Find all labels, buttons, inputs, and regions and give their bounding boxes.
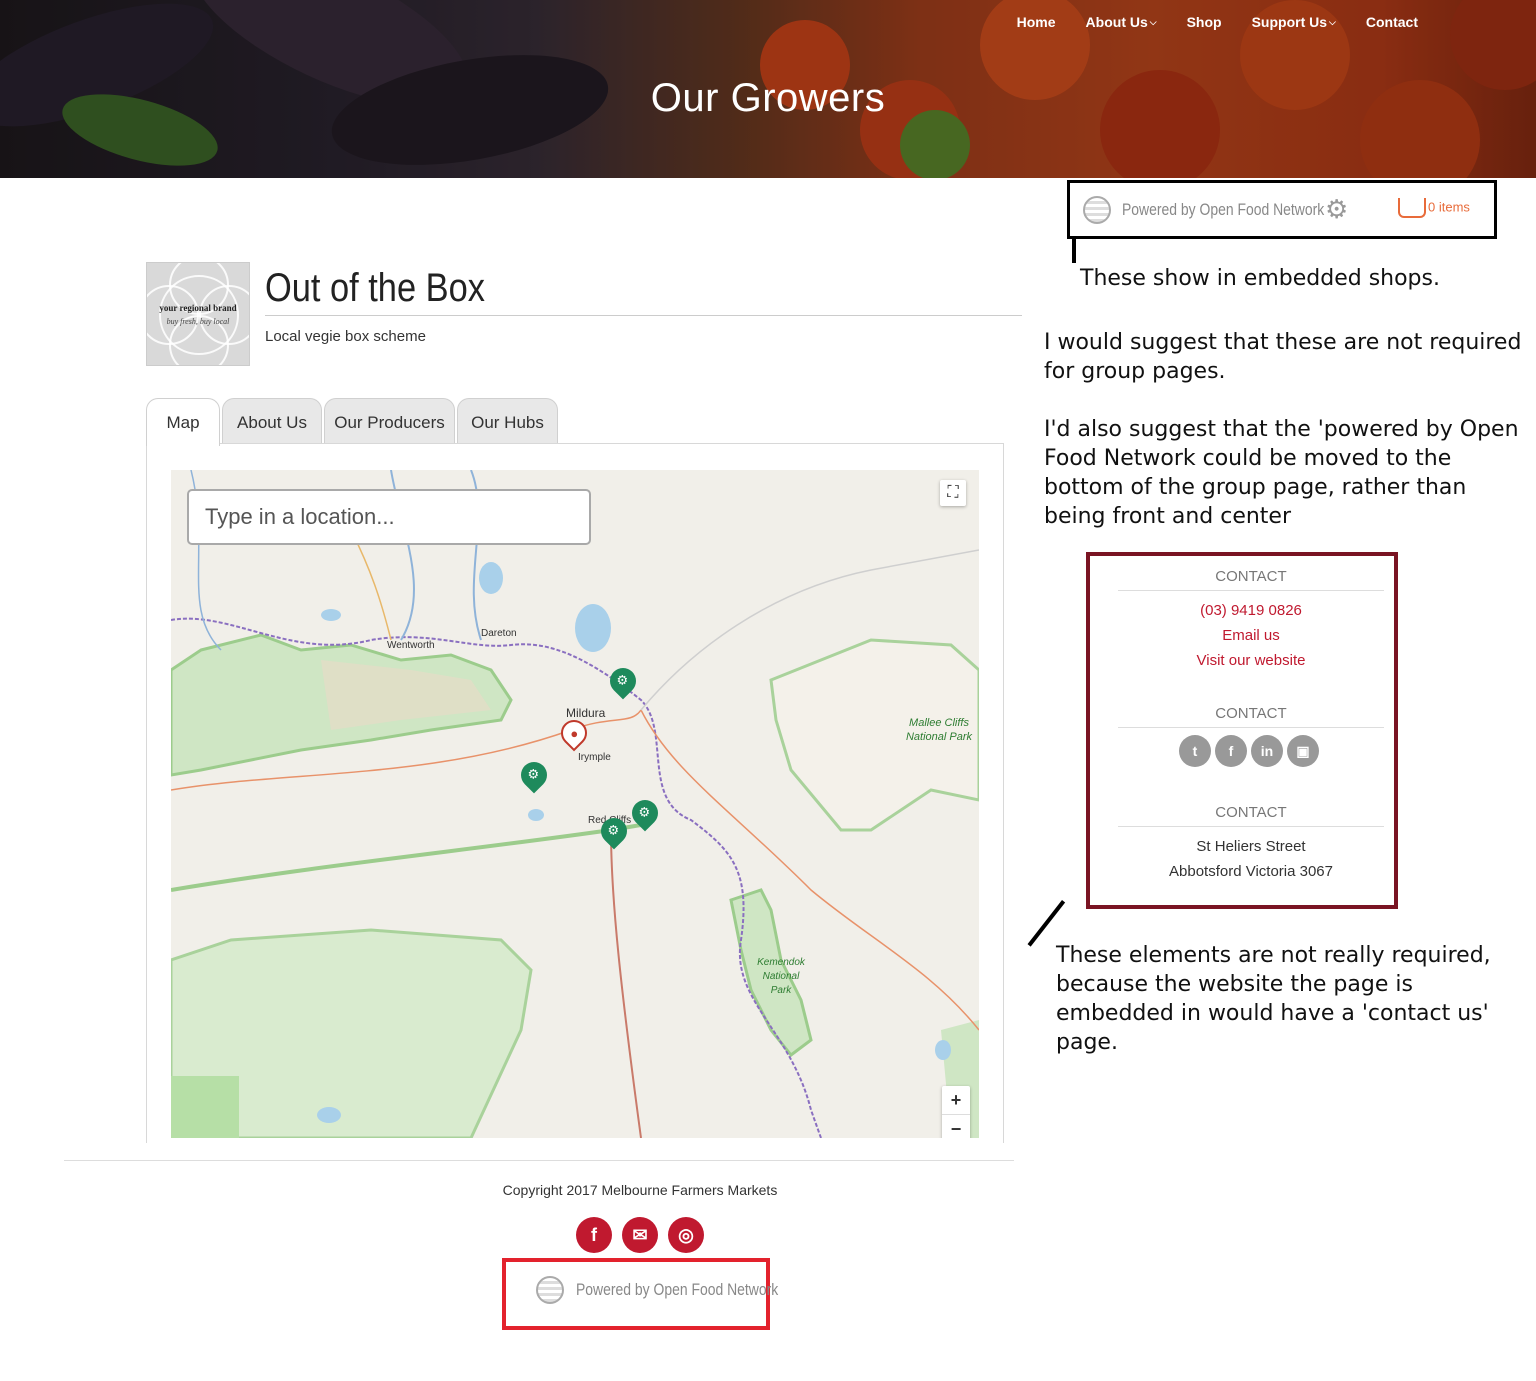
annotation-note: I'd also suggest that the 'powered by Op… [1044,417,1519,529]
nav-item-about-us-label: About Us [1085,14,1148,30]
ofn-top-bar-annotation-box: Powered by Open Food Network ⚙ 0 items [1067,180,1497,239]
facebook-icon[interactable]: f [1215,735,1247,767]
open-food-network-logo-icon [1083,196,1111,224]
annotation-note: I would suggest that these are not requi… [1044,330,1522,384]
globe-icon[interactable]: ◎ [668,1217,704,1253]
fullscreen-icon[interactable]: ⛶ [940,480,966,506]
group-name: Out of the Box [265,266,485,310]
logo-tagline-text: buy fresh, buy local [166,317,230,326]
nav-item-shop-label: Shop [1186,14,1222,30]
instagram-icon[interactable]: ▣ [1287,735,1319,767]
annotation-suggestions: I would suggest that these are not requi… [1044,328,1524,560]
annotation-connector [1072,239,1076,263]
nav-item-home-label: Home [1016,14,1056,30]
page-title: Our Growers [650,76,886,120]
map-place-label: Irymple [578,752,611,763]
contact-heading: CONTACT [1118,705,1384,728]
group-logo: your regional brand buy fresh, buy local [146,262,250,366]
map-park-label: Mallee Cliffs National Park [905,717,973,743]
tractor-icon: ⚙ [607,822,620,838]
tractor-icon: ⚙ [527,766,540,782]
social-links: t f in ▣ [1179,735,1319,767]
linkedin-icon[interactable]: in [1251,735,1283,767]
address-line: Abbotsford Victoria 3067 [1169,863,1333,880]
open-food-network-logo-icon [536,1276,564,1304]
facebook-icon[interactable]: f [576,1217,612,1253]
map-place-label: Wentworth [387,640,435,651]
website-link[interactable]: Visit our website [1118,652,1384,669]
zoom-in-button[interactable]: + [942,1086,970,1114]
cart-count: 0 items [1428,199,1470,215]
powered-by-link[interactable]: Powered by Open Food Network [576,1280,778,1300]
address-line: St Heliers Street [1196,838,1306,855]
copyright-text: Copyright 2017 Melbourne Farmers Markets [502,1182,778,1198]
annotation-connector [1027,900,1066,947]
email-icon[interactable]: ✉ [622,1217,658,1253]
tractor-icon: ⚙ [638,804,651,820]
map-park-label: Kemendok National Park [757,957,805,996]
powered-by-link[interactable]: Powered by Open Food Network [1122,200,1324,220]
phone-link[interactable]: (03) 9419 0826 [1118,602,1384,619]
tab-our-producers[interactable]: Our Producers [324,398,455,444]
nav-item-contact[interactable]: Contact [1366,14,1418,30]
contact-heading: CONTACT [1118,568,1384,591]
divider [265,315,1022,316]
header-banner: Home About Us ⌵ Shop Support Us ⌵ Contact … [0,0,1536,178]
chevron-down-icon: ⌵ [1149,17,1157,27]
map[interactable]: ⛶ Dareton Wentworth Mildura Irymple Red … [171,470,979,1138]
main-nav: Home About Us ⌵ Shop Support Us ⌵ Contact [1017,14,1418,30]
ofn-bottom-annotation-box: Powered by Open Food Network [502,1258,778,1330]
cart-icon [1398,198,1426,218]
footer-social-links: f ✉ ◎ [576,1217,704,1253]
contact-annotation-box: CONTACT (03) 9419 0826 Email us Visit ou… [1086,552,1398,909]
logo-brand-text: your regional brand [159,303,237,313]
gear-icon[interactable]: ⚙ [1325,196,1348,222]
cart-button[interactable]: 0 items [1398,198,1470,218]
tractor-icon: ⚙ [616,672,629,688]
location-pin-icon: ● [570,725,579,741]
zoom-out-button[interactable]: − [942,1114,970,1138]
email-link[interactable]: Email us [1118,627,1384,644]
footer-divider [64,1160,1014,1161]
tab-map[interactable]: Map [146,398,220,446]
map-place-label: Mildura [566,706,606,720]
map-canvas [171,470,979,1138]
tab-about-us[interactable]: About Us [222,398,322,444]
nav-item-contact-label: Contact [1365,14,1418,30]
group-description: Local vegie box scheme [265,328,426,345]
twitter-icon[interactable]: t [1179,735,1211,767]
nav-item-home[interactable]: Home [1017,14,1056,30]
contact-heading: CONTACT [1118,804,1384,827]
tab-our-hubs[interactable]: Our Hubs [457,398,558,444]
annotation-note: These show in embedded shops. [1080,266,1440,291]
nav-item-shop[interactable]: Shop [1187,14,1222,30]
zoom-control: + − [942,1086,970,1138]
map-search-input[interactable] [187,489,591,545]
nav-item-support-us-label: Support Us [1251,14,1328,30]
annotation-note: These elements are not really required, … [1056,943,1491,1055]
nav-item-support-us[interactable]: Support Us ⌵ [1252,14,1336,30]
map-place-label: Dareton [481,628,517,639]
nav-item-about-us[interactable]: About Us ⌵ [1086,14,1157,30]
chevron-down-icon: ⌵ [1329,17,1336,27]
